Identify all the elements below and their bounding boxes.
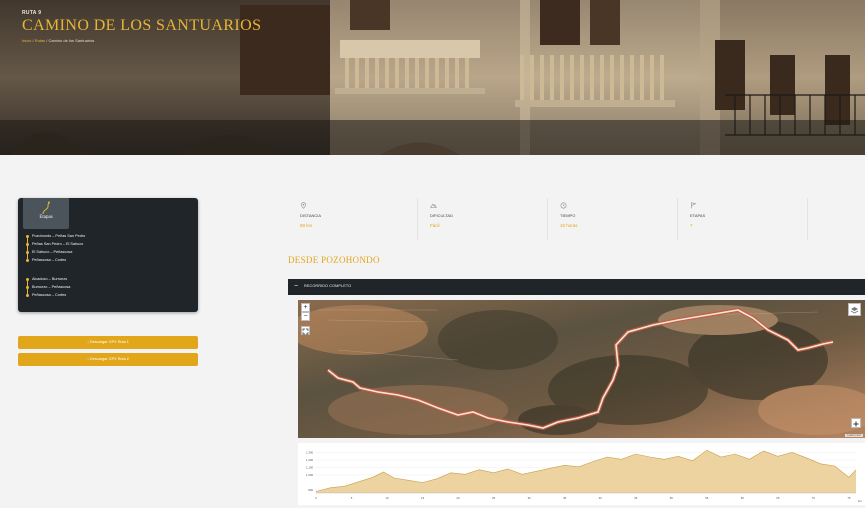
stage-item[interactable]: El Sahuco – Peñascosa: [26, 248, 85, 256]
route-icon: [42, 201, 50, 215]
x-tick-label: 50: [670, 496, 674, 500]
fullscreen-button[interactable]: [301, 326, 310, 335]
x-tick-label: 70: [812, 496, 816, 500]
hero-text: RUTA 9 CAMINO DE LOS SANTUARIOS Inicio /…: [22, 10, 261, 43]
section-title: DESDE POZOHONDO: [288, 255, 380, 265]
stage-item[interactable]: Peñas San Pedro – El Sahuco: [26, 240, 85, 248]
download-gpx-route-1-button[interactable]: ↓ Descargar GPX Ruta 1: [18, 336, 198, 349]
stat-difficulty: DIFICULTAD Fácil: [418, 198, 548, 240]
collapse-icon[interactable]: −: [294, 282, 298, 292]
x-tick-label: 30: [528, 496, 532, 500]
y-tick-label: 1,000: [306, 473, 313, 477]
stat-distance: DISTANCIA 90 km: [288, 198, 418, 240]
zoom-out-button[interactable]: −: [301, 312, 310, 321]
stage-item[interactable]: Alcadozo – Burruezo: [26, 275, 70, 283]
layers-button[interactable]: [848, 303, 861, 316]
x-tick-label: 15: [421, 496, 425, 500]
y-tick-label: 1,200: [306, 458, 313, 462]
stat-value: 90 km: [300, 223, 313, 228]
hero-banner: RUTA 9 CAMINO DE LOS SANTUARIOS Inicio /…: [0, 0, 865, 155]
stage-item[interactable]: Pozohondo – Peñas San Pedro: [26, 232, 85, 240]
x-tick-label: 25: [492, 496, 496, 500]
stage-item[interactable]: Peñascosa – Cortes: [26, 291, 70, 299]
stages-panel: Etapas Pozohondo – Peñas San Pedro Peñas…: [18, 198, 198, 312]
breadcrumb-routes[interactable]: Rutas: [35, 38, 45, 43]
layers-icon: [850, 306, 859, 313]
elevation-chart-svg: 800 1,000 1,100 1,200 1,300 0 5 10 15 20 25 30 35 40 4…: [306, 449, 862, 503]
tab-stages[interactable]: Etapas: [23, 198, 69, 229]
satellite-map-image: [298, 300, 865, 438]
y-tick-label: 1,100: [306, 466, 313, 470]
zoom-in-button[interactable]: +: [301, 303, 310, 312]
stat-label: TIEMPO: [560, 213, 576, 218]
y-tick-label: 1,300: [306, 451, 313, 455]
stat-value: 10 horas: [560, 223, 578, 228]
download-gpx-route-2-button[interactable]: ↓ Descargar GPX Ruta 2: [18, 353, 198, 366]
breadcrumb-current: Camino de los Santuarios: [48, 38, 95, 43]
stat-value: 7: [690, 223, 693, 228]
difficulty-icon: [430, 203, 437, 208]
elevation-area: [316, 450, 856, 493]
page-title: CAMINO DE LOS SANTUARIOS: [22, 17, 262, 34]
stat-value: Fácil: [430, 223, 440, 228]
x-tick-label: 5: [351, 496, 353, 500]
x-tick-label: 45: [634, 496, 638, 500]
route-map[interactable]: + − Leaflet | Esri: [298, 300, 865, 438]
x-unit-label: km: [858, 499, 862, 503]
x-tick-label: 55: [705, 496, 709, 500]
fullscreen-icon: [302, 328, 309, 334]
y-tick-label: 800: [308, 488, 313, 492]
route-number: RUTA 9: [22, 10, 42, 16]
breadcrumb: Inicio / Rutas / Camino de los Santuario…: [22, 38, 261, 43]
stage-item[interactable]: Burruezo – Peñascosa: [26, 283, 70, 291]
x-tick-label: 10: [385, 496, 389, 500]
stage-group-2: Alcadozo – Burruezo Burruezo – Peñascosa…: [26, 275, 70, 299]
x-tick-label: 75: [847, 496, 851, 500]
tab-stages-label: Etapas: [39, 215, 53, 220]
stage-group-1: Pozohondo – Peñas San Pedro Peñas San Pe…: [26, 232, 85, 264]
stat-label: ETAPAS: [690, 213, 706, 218]
map-control-button[interactable]: [851, 418, 861, 428]
flag-icon: [691, 202, 697, 209]
x-tick-label: 65: [776, 496, 780, 500]
stat-label: DIFICULTAD: [430, 213, 453, 218]
x-tick-label: 0: [315, 496, 317, 500]
location-pin-icon: [301, 202, 306, 209]
stage-item[interactable]: Peñascosa – Cortes: [26, 256, 85, 264]
map-attribution[interactable]: Leaflet | Esri: [845, 434, 863, 437]
x-tick-label: 35: [563, 496, 567, 500]
stat-label: DISTANCIA: [300, 213, 322, 218]
stat-time: TIEMPO 10 horas: [548, 198, 678, 240]
clock-icon: [560, 202, 567, 209]
plus-icon: [853, 421, 859, 426]
route-accordion-label: RECORRIDO COMPLETO: [304, 284, 352, 288]
x-tick-label: 40: [599, 496, 603, 500]
stat-stages: ETAPAS 7: [678, 198, 808, 240]
x-tick-label: 60: [741, 496, 745, 500]
x-tick-label: 20: [457, 496, 461, 500]
route-accordion-header[interactable]: − RECORRIDO COMPLETO: [288, 279, 865, 295]
elevation-chart: 800 1,000 1,100 1,200 1,300 0 5 10 15 20 25 30 35 40 4…: [298, 443, 865, 505]
breadcrumb-home[interactable]: Inicio: [22, 38, 31, 43]
